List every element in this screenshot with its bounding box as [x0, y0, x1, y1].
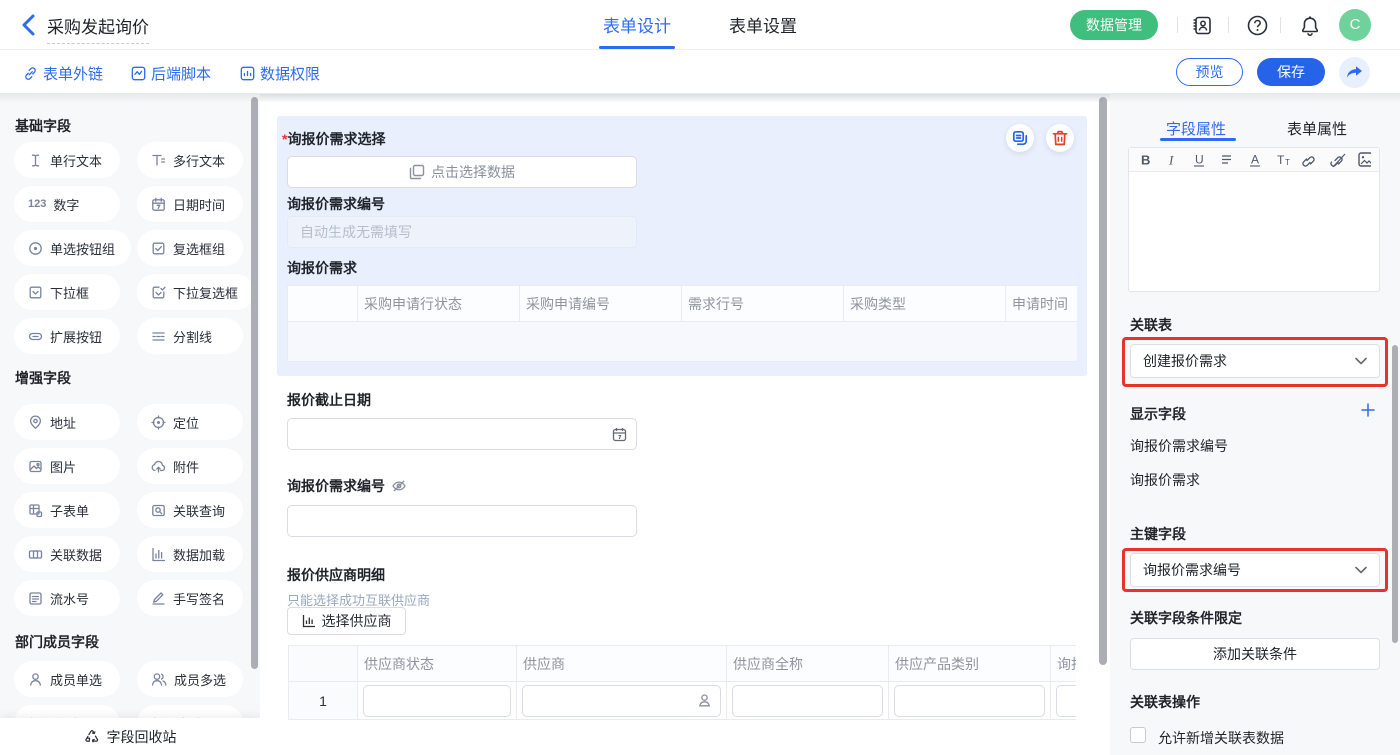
svg-text:B: B [1141, 153, 1150, 168]
svg-text:T: T [1285, 158, 1290, 167]
svg-text:A: A [1251, 153, 1259, 167]
svg-text:I: I [1168, 153, 1174, 168]
svg-text:U: U [1195, 153, 1204, 167]
svg-text:T: T [1277, 153, 1285, 167]
